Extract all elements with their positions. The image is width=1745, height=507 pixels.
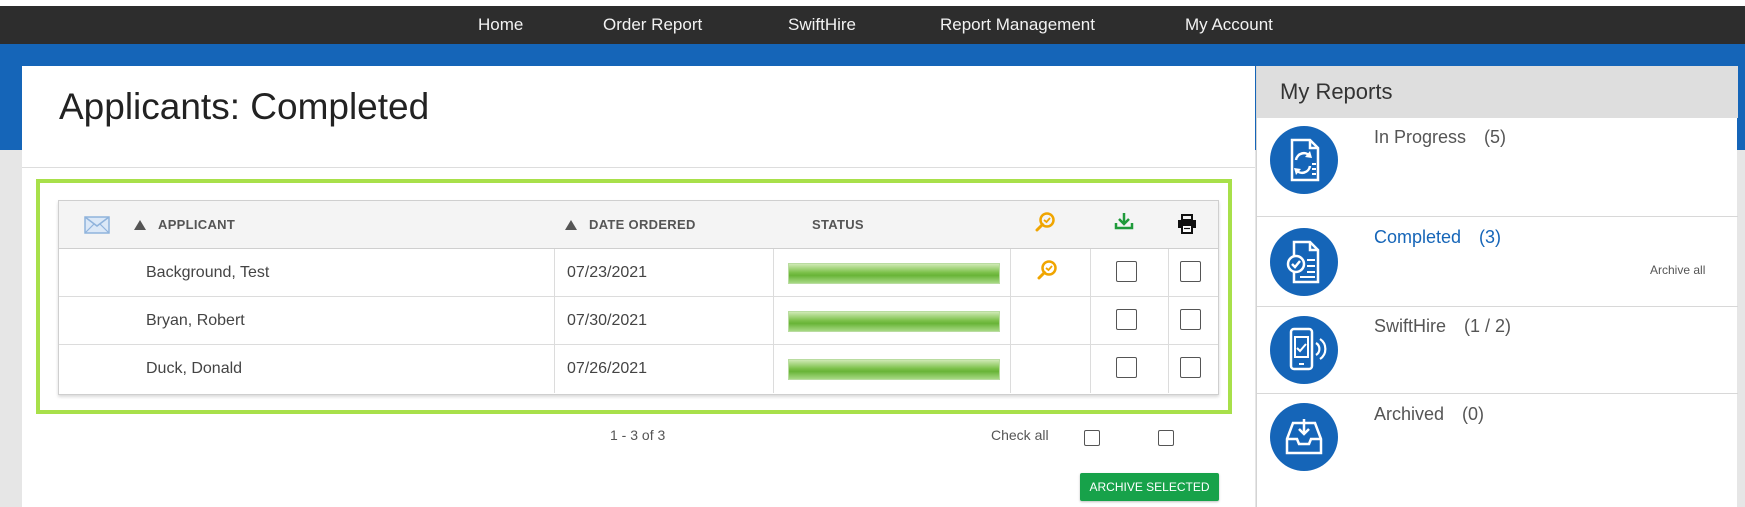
report-count: (1 / 2) bbox=[1464, 316, 1512, 336]
print-checkbox[interactable] bbox=[1180, 357, 1201, 378]
sort-applicant[interactable]: APPLICANT bbox=[134, 201, 235, 249]
table-row[interactable]: Bryan, Robert 07/30/2021 bbox=[59, 297, 1218, 345]
my-reports-header: My Reports bbox=[1257, 66, 1738, 118]
table-row[interactable]: Duck, Donald 07/26/2021 bbox=[59, 345, 1218, 393]
status-progress-bar bbox=[788, 359, 1000, 380]
main-panel: Applicants: Completed APPLICANT DATE ORD… bbox=[22, 66, 1255, 507]
date-ordered: 07/23/2021 bbox=[567, 264, 648, 281]
report-label: In Progress bbox=[1374, 127, 1467, 147]
archive-all-link[interactable]: Archive all bbox=[1650, 263, 1705, 277]
date-ordered: 07/26/2021 bbox=[567, 360, 648, 377]
print-checkbox[interactable] bbox=[1180, 261, 1201, 282]
report-label: Completed bbox=[1374, 227, 1462, 247]
download-checkbox[interactable] bbox=[1116, 357, 1137, 378]
my-reports-title: My Reports bbox=[1280, 79, 1393, 104]
envelope-icon[interactable] bbox=[84, 216, 110, 239]
status-progress-bar bbox=[788, 263, 1000, 284]
applicant-name[interactable]: Background, Test bbox=[146, 249, 269, 297]
archive-selected-button[interactable]: ARCHIVE SELECTED bbox=[1080, 473, 1219, 501]
nav-item-report-management[interactable]: Report Management bbox=[940, 6, 1095, 44]
report-item-swifthire[interactable]: SwiftHire (1 / 2) bbox=[1257, 307, 1738, 394]
download-icon bbox=[1114, 211, 1134, 236]
header-applicant: APPLICANT bbox=[158, 217, 236, 232]
print-icon bbox=[1177, 214, 1197, 239]
mobile-document-icon bbox=[1270, 316, 1338, 384]
nav-item-my-account[interactable]: My Account bbox=[1185, 6, 1273, 44]
download-checkbox[interactable] bbox=[1116, 309, 1137, 330]
sort-up-icon bbox=[134, 220, 146, 230]
date-ordered: 07/30/2021 bbox=[567, 312, 648, 329]
table-row[interactable]: Background, Test 07/23/2021 bbox=[59, 249, 1218, 297]
applicant-name[interactable]: Bryan, Robert bbox=[146, 297, 245, 345]
print-checkbox[interactable] bbox=[1180, 309, 1201, 330]
check-all-download-checkbox[interactable] bbox=[1084, 430, 1100, 446]
my-reports-panel: My Reports In Progress (5) Completed (3)… bbox=[1256, 66, 1738, 507]
applicants-table: APPLICANT DATE ORDERED STATUS Background… bbox=[58, 200, 1219, 395]
review-icon bbox=[1035, 211, 1057, 238]
page-title: Applicants: Completed bbox=[59, 86, 430, 127]
report-label: Archived bbox=[1374, 404, 1445, 424]
header-status: STATUS bbox=[812, 217, 864, 232]
nav-item-swifthire[interactable]: SwiftHire bbox=[788, 6, 856, 44]
review-icon[interactable] bbox=[1037, 259, 1059, 286]
archive-tray-icon bbox=[1270, 403, 1338, 471]
sort-date-ordered[interactable]: DATE ORDERED bbox=[565, 201, 696, 249]
pagination-summary: 1 - 3 of 3 bbox=[610, 427, 666, 443]
report-count: (0) bbox=[1462, 404, 1485, 424]
top-nav-bar: Home Order Report SwiftHire Report Manag… bbox=[0, 6, 1745, 44]
status-progress-bar bbox=[788, 311, 1000, 332]
report-item-completed[interactable]: Completed (3) bbox=[1257, 217, 1738, 307]
report-item-archived[interactable]: Archived (0) bbox=[1257, 394, 1738, 507]
title-divider bbox=[22, 167, 1255, 168]
check-all-label: Check all bbox=[991, 427, 1049, 443]
nav-item-order-report[interactable]: Order Report bbox=[603, 6, 702, 44]
report-count: (5) bbox=[1484, 127, 1507, 147]
report-count: (3) bbox=[1479, 227, 1502, 247]
download-checkbox[interactable] bbox=[1116, 261, 1137, 282]
sort-up-icon bbox=[565, 220, 577, 230]
report-label: SwiftHire bbox=[1374, 316, 1447, 336]
nav-item-home[interactable]: Home bbox=[478, 6, 523, 44]
applicants-table-highlight: APPLICANT DATE ORDERED STATUS Background… bbox=[36, 179, 1232, 414]
check-document-icon bbox=[1270, 228, 1338, 296]
header-date-ordered: DATE ORDERED bbox=[589, 217, 696, 232]
refresh-document-icon bbox=[1270, 126, 1338, 194]
report-item-in-progress[interactable]: In Progress (5) bbox=[1257, 118, 1738, 217]
check-all-print-checkbox[interactable] bbox=[1158, 430, 1174, 446]
table-header: APPLICANT DATE ORDERED STATUS bbox=[59, 201, 1218, 249]
applicant-name[interactable]: Duck, Donald bbox=[146, 345, 242, 393]
